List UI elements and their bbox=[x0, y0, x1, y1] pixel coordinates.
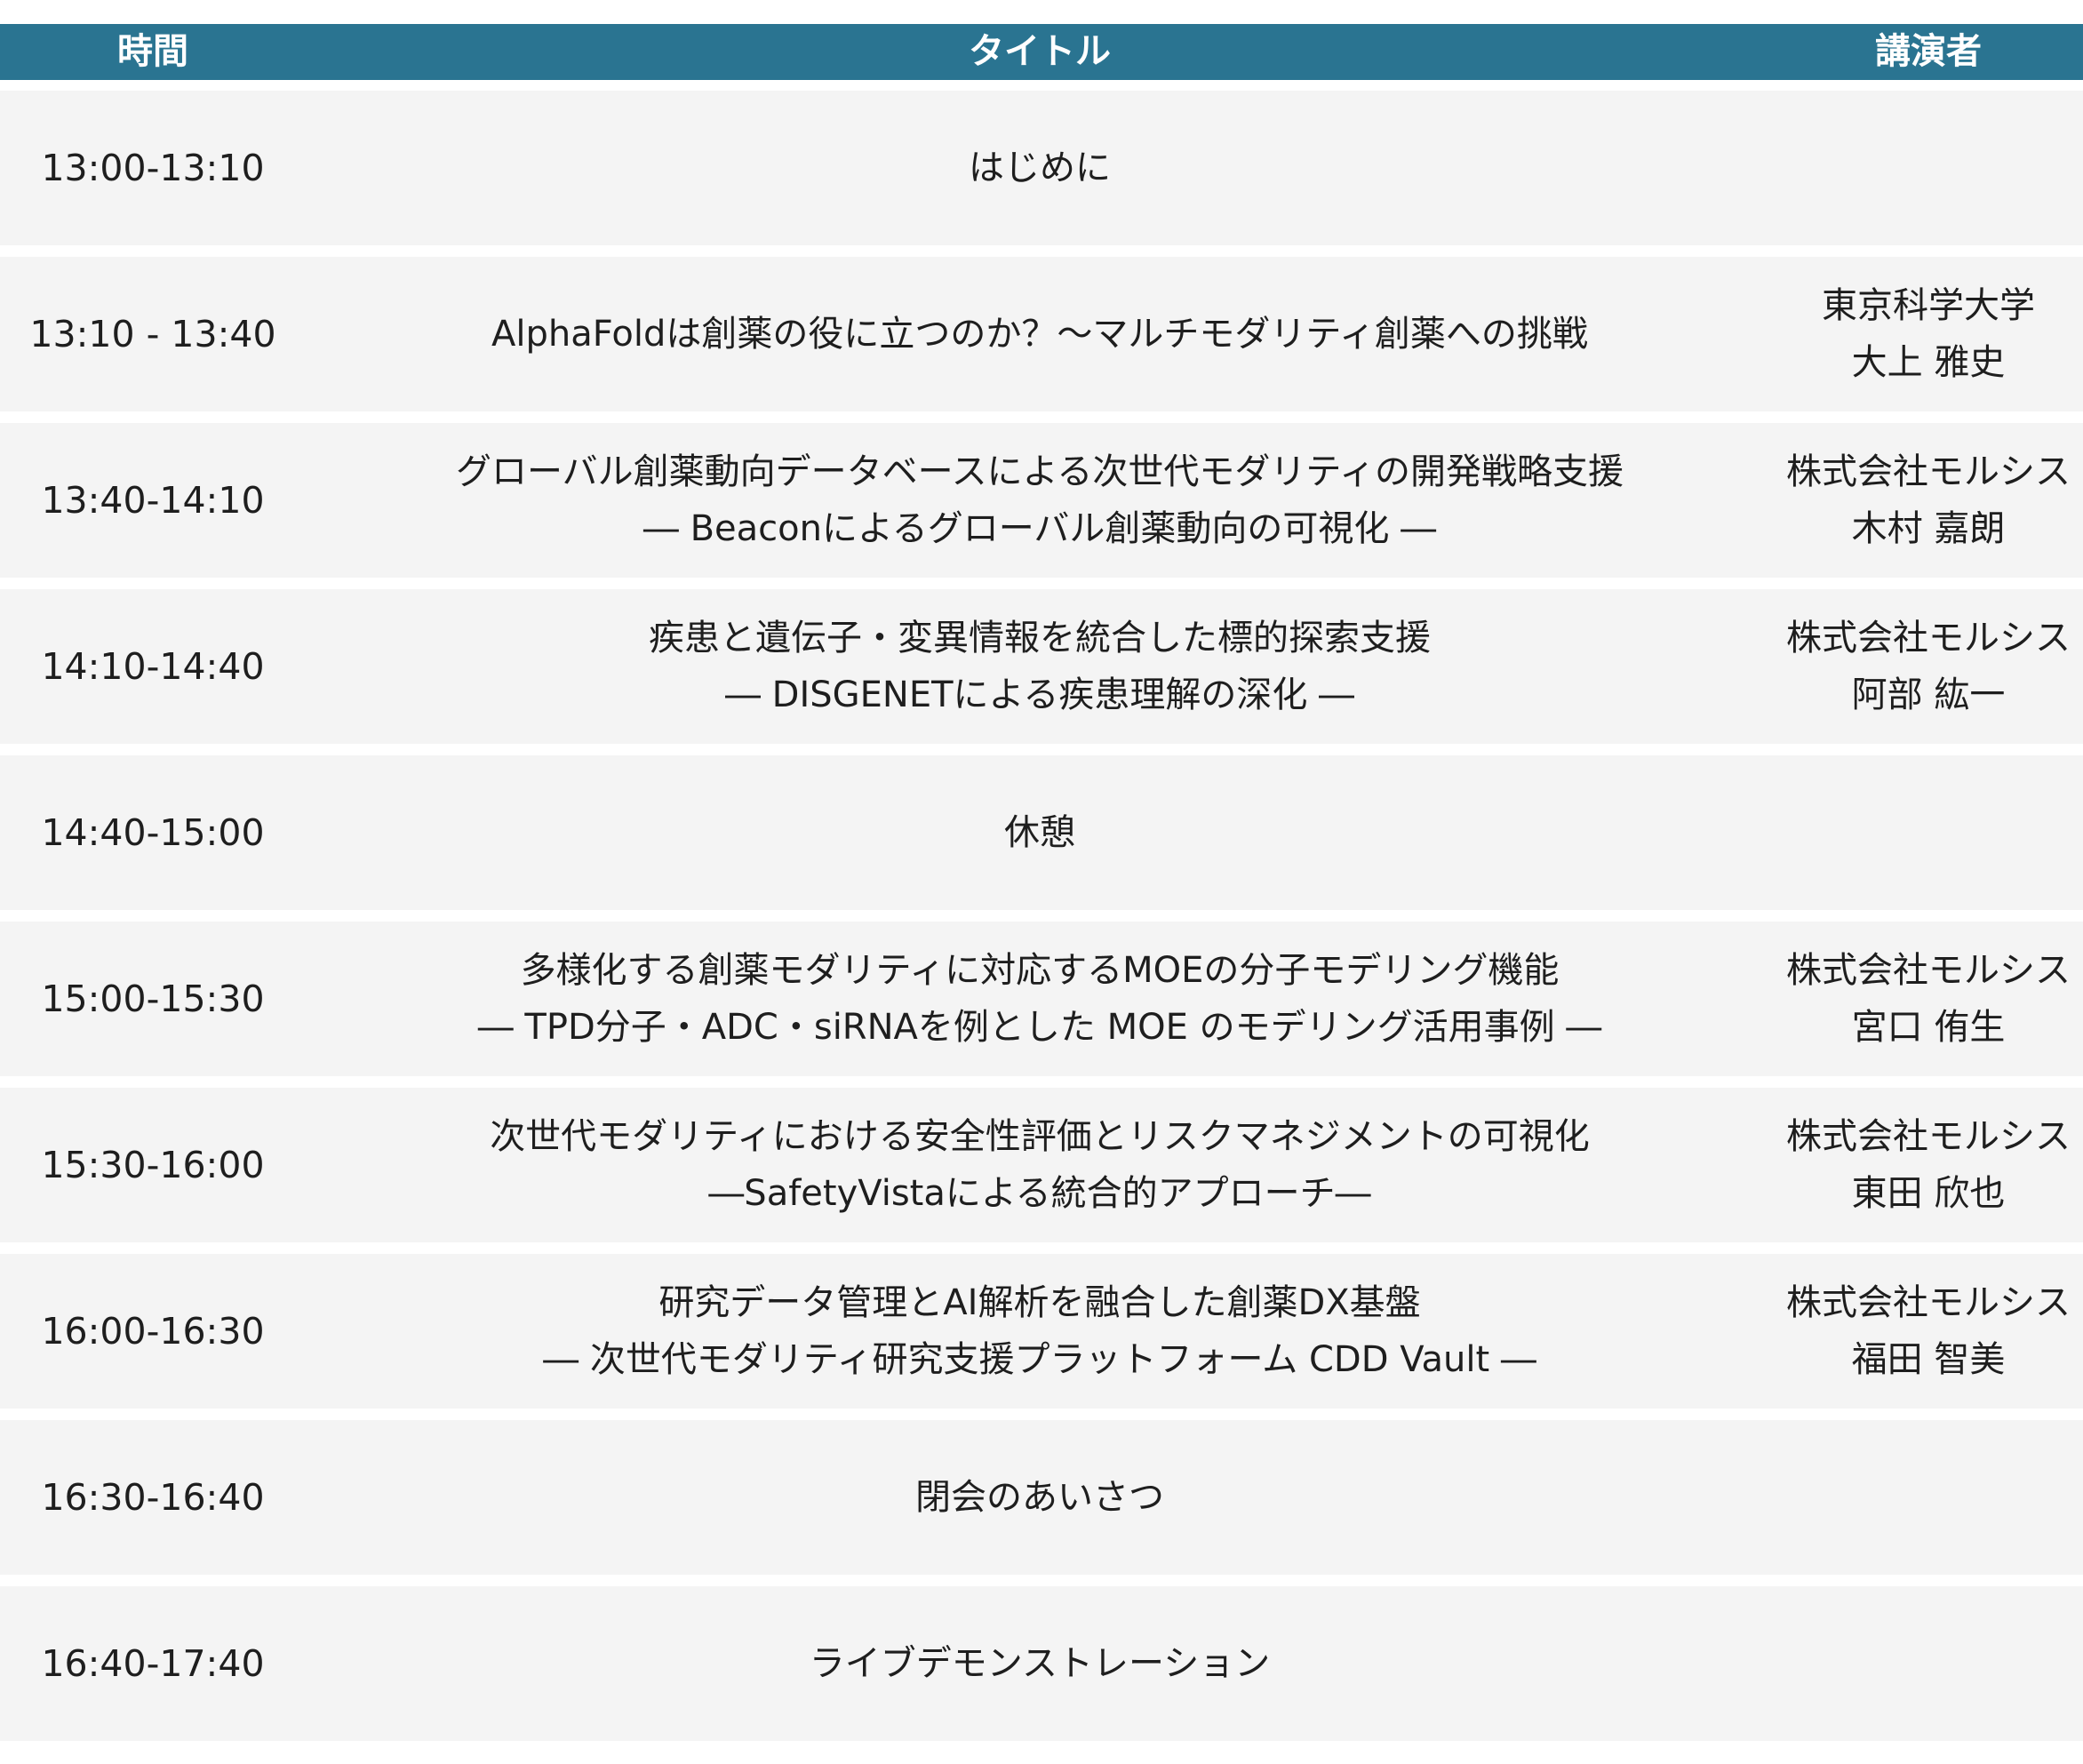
title-line-2: ― 次世代モダリティ研究支援プラットフォーム CDD Vault ― bbox=[543, 1339, 1536, 1380]
title-line-1: はじめに bbox=[969, 148, 1111, 188]
speaker-cell: 株式会社モルシス 東田 欣也 bbox=[1774, 1108, 2083, 1222]
title-line-2: ― DISGENETによる疾患理解の深化 ― bbox=[724, 674, 1355, 715]
header-speaker: 講演者 bbox=[1875, 31, 1982, 72]
title-line-1: 閉会のあいさつ bbox=[915, 1477, 1164, 1518]
table-row: 16:00-16:30 研究データ管理とAI解析を融合した創薬DX基盤 ― 次世… bbox=[0, 1254, 2083, 1409]
table-row: 16:30-16:40 閉会のあいさつ bbox=[0, 1420, 2083, 1575]
time-cell: 13:40-14:10 bbox=[41, 479, 265, 522]
title-cell: 多様化する創薬モダリティに対応するMOEの分子モデリング機能 ― TPD分子・A… bbox=[306, 942, 1774, 1056]
title-cell: 次世代モダリティにおける安全性評価とリスクマネジメントの可視化 ―SafetyV… bbox=[306, 1108, 1774, 1222]
title-line-1: 多様化する創薬モダリティに対応するMOEの分子モデリング機能 bbox=[520, 950, 1560, 991]
speaker-cell: 東京科学大学 大上 雅史 bbox=[1774, 277, 2083, 391]
speaker-name: 宮口 侑生 bbox=[1851, 1007, 2006, 1048]
time-cell: 14:10-14:40 bbox=[41, 645, 265, 688]
time-cell: 14:40-15:00 bbox=[41, 811, 265, 854]
title-line-2: ―SafetyVistaによる統合的アプローチ― bbox=[708, 1173, 1371, 1214]
title-cell: ライブデモンストレーション bbox=[306, 1635, 1774, 1692]
title-cell: グローバル創薬動向データベースによる次世代モダリティの開発戦略支援 ― Beac… bbox=[306, 443, 1774, 557]
speaker-affiliation: 株式会社モルシス bbox=[1786, 950, 2071, 991]
speaker-affiliation: 株式会社モルシス bbox=[1786, 1116, 2071, 1157]
title-cell: AlphaFoldは創薬の役に立つのか？～マルチモダリティ創薬への挑戦 bbox=[306, 306, 1774, 363]
time-cell: 16:30-16:40 bbox=[41, 1476, 265, 1519]
title-line-1: 研究データ管理とAI解析を融合した創薬DX基盤 bbox=[658, 1282, 1421, 1323]
table-row: 14:40-15:00 休憩 bbox=[0, 755, 2083, 910]
title-line-1: 疾患と遺伝子・変異情報を統合した標的探索支援 bbox=[649, 618, 1431, 659]
title-line-1: 休憩 bbox=[1004, 812, 1075, 853]
title-cell: 疾患と遺伝子・変異情報を統合した標的探索支援 ― DISGENETによる疾患理解… bbox=[306, 610, 1774, 723]
table-row: 13:40-14:10 グローバル創薬動向データベースによる次世代モダリティの開… bbox=[0, 423, 2083, 578]
table-row: 16:40-17:40 ライブデモンストレーション bbox=[0, 1586, 2083, 1741]
table-row: 15:00-15:30 多様化する創薬モダリティに対応するMOEの分子モデリング… bbox=[0, 922, 2083, 1076]
speaker-name: 阿部 紘一 bbox=[1851, 674, 2006, 715]
table-header: 時間 タイトル 講演者 bbox=[0, 24, 2083, 80]
title-line-1: ライブデモンストレーション bbox=[809, 1643, 1271, 1684]
table-row: 13:00-13:10 はじめに bbox=[0, 91, 2083, 245]
table-row: 13:10 - 13:40 AlphaFoldは創薬の役に立つのか？～マルチモダ… bbox=[0, 257, 2083, 411]
title-line-1: グローバル創薬動向データベースによる次世代モダリティの開発戦略支援 bbox=[456, 451, 1624, 492]
speaker-name: 大上 雅史 bbox=[1851, 342, 2006, 383]
table-body: 13:00-13:10 はじめに 13:10 - 13:40 AlphaFold… bbox=[0, 91, 2083, 1741]
speaker-cell: 株式会社モルシス 木村 嘉朗 bbox=[1774, 443, 2083, 557]
title-cell: 休憩 bbox=[306, 804, 1774, 861]
speaker-affiliation: 株式会社モルシス bbox=[1786, 618, 2071, 659]
title-line-1: AlphaFoldは創薬の役に立つのか？～マルチモダリティ創薬への挑戦 bbox=[491, 314, 1588, 355]
title-cell: 研究データ管理とAI解析を融合した創薬DX基盤 ― 次世代モダリティ研究支援プラ… bbox=[306, 1274, 1774, 1388]
speaker-name: 東田 欣也 bbox=[1851, 1173, 2006, 1214]
speaker-cell: 株式会社モルシス 宮口 侑生 bbox=[1774, 942, 2083, 1056]
schedule-table: 時間 タイトル 講演者 13:00-13:10 はじめに 13:10 - 13:… bbox=[0, 24, 2083, 1752]
header-title: タイトル bbox=[969, 31, 1111, 72]
speaker-cell: 株式会社モルシス 阿部 紘一 bbox=[1774, 610, 2083, 723]
time-cell: 15:30-16:00 bbox=[41, 1144, 265, 1186]
title-line-1: 次世代モダリティにおける安全性評価とリスクマネジメントの可視化 bbox=[490, 1116, 1590, 1157]
header-time: 時間 bbox=[117, 31, 188, 72]
speaker-affiliation: 東京科学大学 bbox=[1822, 285, 2035, 326]
speaker-affiliation: 株式会社モルシス bbox=[1786, 451, 2071, 492]
time-cell: 16:00-16:30 bbox=[41, 1310, 265, 1353]
table-row: 14:10-14:40 疾患と遺伝子・変異情報を統合した標的探索支援 ― DIS… bbox=[0, 589, 2083, 744]
title-cell: 閉会のあいさつ bbox=[306, 1469, 1774, 1526]
speaker-affiliation: 株式会社モルシス bbox=[1786, 1282, 2071, 1323]
speaker-name: 木村 嘉朗 bbox=[1851, 508, 2006, 549]
table-row: 15:30-16:00 次世代モダリティにおける安全性評価とリスクマネジメントの… bbox=[0, 1088, 2083, 1242]
time-cell: 13:10 - 13:40 bbox=[29, 313, 276, 355]
time-cell: 13:00-13:10 bbox=[41, 147, 265, 189]
time-cell: 15:00-15:30 bbox=[41, 978, 265, 1020]
speaker-name: 福田 智美 bbox=[1851, 1339, 2006, 1380]
time-cell: 16:40-17:40 bbox=[41, 1642, 265, 1685]
speaker-cell: 株式会社モルシス 福田 智美 bbox=[1774, 1274, 2083, 1388]
title-cell: はじめに bbox=[306, 140, 1774, 196]
title-line-2: ― Beaconによるグローバル創薬動向の可視化 ― bbox=[642, 508, 1437, 549]
title-line-2: ― TPD分子・ADC・siRNAを例とした MOE のモデリング活用事例 ― bbox=[477, 1007, 1602, 1048]
